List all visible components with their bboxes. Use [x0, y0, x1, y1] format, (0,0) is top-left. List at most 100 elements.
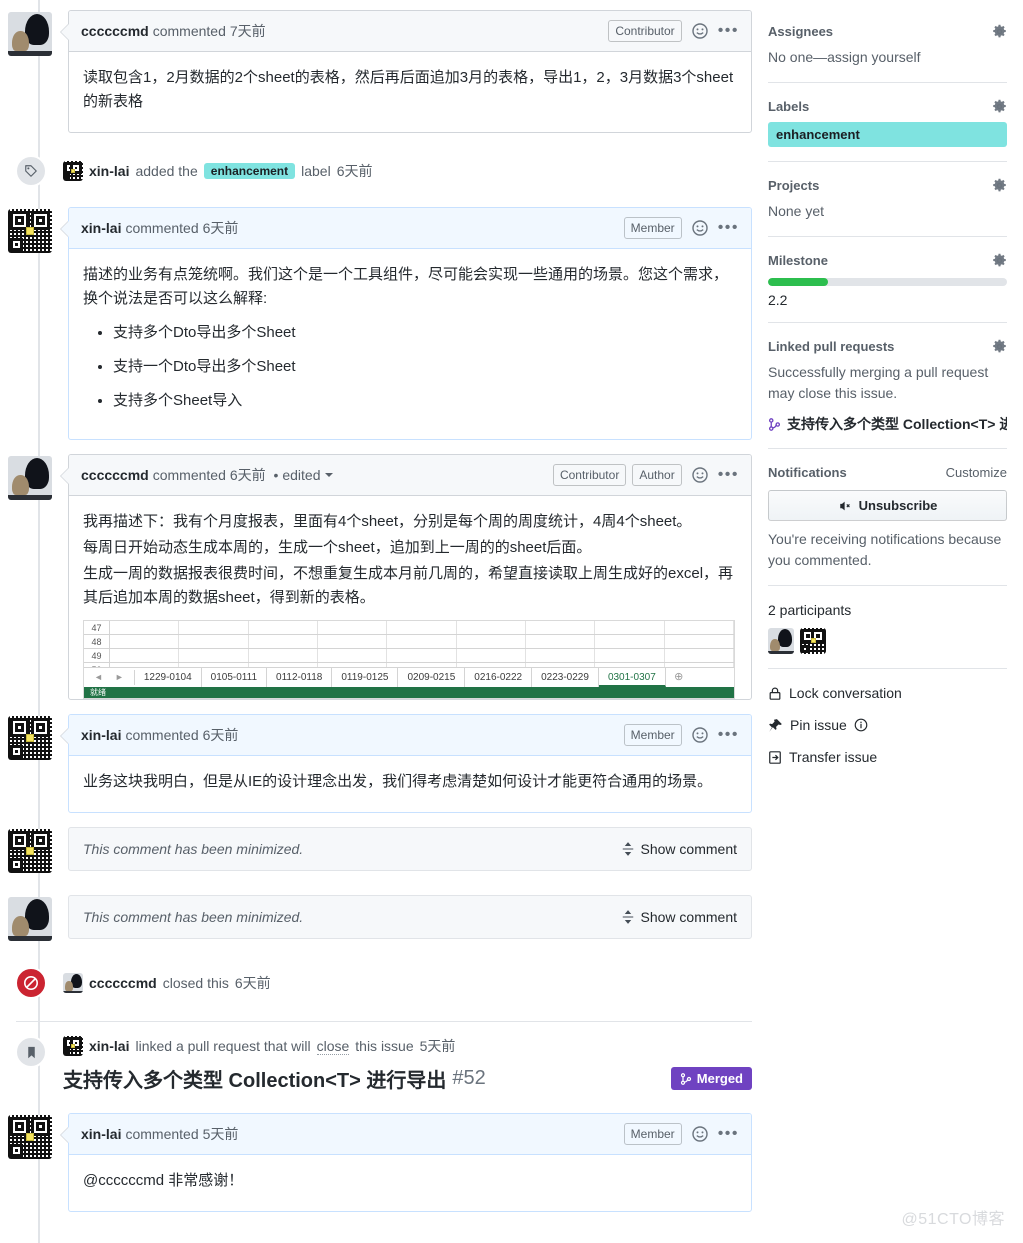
excel-sheet-tab[interactable]: 0112-0118 [267, 668, 333, 687]
excel-sheet-tab[interactable]: 0105-0111 [202, 668, 268, 687]
comment-menu-icon[interactable]: ••• [718, 220, 739, 236]
role-badge: Contributor [552, 464, 627, 486]
chevron-down-icon[interactable] [324, 473, 333, 477]
excel-sheet-tab-active[interactable]: 0301-0307 [598, 668, 666, 687]
role-badge: Member [623, 217, 682, 239]
label-chip[interactable]: enhancement [203, 163, 296, 179]
event-timestamp[interactable]: 6天前 [235, 973, 271, 993]
add-reaction-icon[interactable] [691, 727, 708, 743]
gear-icon[interactable] [992, 178, 1007, 193]
add-reaction-icon[interactable] [691, 1126, 708, 1142]
comment-body: 我再描述下：我有个月度报表，里面有4个sheet，分别是每个周的周度统计，4周4… [69, 496, 751, 699]
add-reaction-icon[interactable] [691, 467, 708, 483]
role-badge: Member [623, 724, 682, 746]
gear-icon[interactable] [992, 24, 1007, 39]
avatar[interactable] [8, 716, 52, 760]
timeline-comment: xin-lai commented 5天前 Member ••• @cccccc… [8, 1113, 752, 1212]
add-reaction-icon[interactable] [691, 220, 708, 236]
avatar[interactable] [8, 456, 52, 500]
excel-sheet-tab[interactable]: 0119-0125 [332, 668, 399, 687]
excel-sheet-tab[interactable]: 0223-0229 [532, 668, 599, 687]
avatar[interactable] [63, 973, 83, 993]
comment-menu-icon[interactable]: ••• [718, 727, 739, 743]
event-timestamp[interactable]: 6天前 [337, 161, 373, 181]
linked-pr-title[interactable]: 支持传入多个类型 Collection<T> 进行导出 [63, 1064, 446, 1093]
event-actor[interactable]: xin-lai [89, 163, 129, 179]
comment-paragraph: 每周日开始动态生成本周的，生成一个sheet，追加到上一周的的sheet后面。 [83, 539, 592, 556]
comment-body: 读取包含1，2月数据的2个sheet的表格，然后再后面追加3月的表格，导出1，2… [69, 52, 751, 132]
milestone-value[interactable]: 2.2 [768, 292, 1007, 308]
excel-sheet-tab[interactable]: 1229-0104 [135, 668, 202, 687]
event-actor[interactable]: xin-lai [89, 1038, 129, 1054]
gear-icon[interactable] [992, 253, 1007, 268]
add-reaction-icon[interactable] [691, 23, 708, 39]
excel-tab-nav[interactable]: ◄ ► [84, 668, 134, 687]
comment-menu-icon[interactable]: ••• [718, 23, 739, 39]
comment-author[interactable]: ccccccmd [81, 23, 149, 39]
timeline-comment: ccccccmd commented 6天前 • edited Contribu… [8, 454, 752, 700]
comment-menu-icon[interactable]: ••• [718, 467, 739, 483]
show-comment-button[interactable]: Show comment [621, 909, 737, 925]
show-comment-button[interactable]: Show comment [621, 841, 737, 857]
comment-author[interactable]: xin-lai [81, 1126, 121, 1142]
avatar[interactable] [8, 12, 52, 56]
projects-value: None yet [768, 203, 825, 219]
excel-sheet-tab[interactable]: 0216-0222 [465, 668, 533, 687]
comment-timestamp[interactable]: 6天前 [203, 218, 239, 238]
linked-pr-item[interactable]: 支持传入多个类型 Collection<T> 进... [768, 414, 1007, 434]
show-comment-label: Show comment [640, 841, 737, 857]
event-suffix: label [301, 163, 331, 179]
event-actor[interactable]: ccccccmd [89, 975, 157, 991]
show-comment-label: Show comment [640, 909, 737, 925]
timeline-minimized-comment: This comment has been minimized. Show co… [8, 827, 752, 873]
comment-header: xin-lai commented 6天前 Member ••• [69, 715, 751, 756]
comment-timestamp[interactable]: 5天前 [203, 1124, 239, 1144]
comment-menu-icon[interactable]: ••• [718, 1126, 739, 1142]
comment-timestamp[interactable]: 6天前 [230, 465, 266, 485]
avatar[interactable] [800, 628, 826, 654]
avatar[interactable] [768, 628, 794, 654]
avatar[interactable] [8, 829, 52, 873]
pin-issue-button[interactable]: Pin issue [768, 717, 1007, 733]
avatar[interactable] [8, 1115, 52, 1159]
avatar[interactable] [63, 1036, 83, 1056]
comment-action: commented [125, 727, 199, 743]
unsubscribe-button[interactable]: Unsubscribe [768, 490, 1007, 521]
comment-box: ccccccmd commented 6天前 • edited Contribu… [68, 454, 752, 700]
transfer-issue-button[interactable]: Transfer issue [768, 749, 1007, 765]
prev-sheet-icon[interactable]: ◄ [94, 670, 103, 684]
add-sheet-icon[interactable]: ⊕ [666, 668, 692, 687]
close-keyword[interactable]: close [316, 1038, 350, 1055]
avatar[interactable] [63, 161, 83, 181]
linked-pr-number[interactable]: #52 [452, 1067, 485, 1090]
minimized-comment-box: This comment has been minimized. Show co… [68, 827, 752, 871]
next-sheet-icon[interactable]: ► [115, 670, 124, 684]
comment-timestamp[interactable]: 6天前 [203, 725, 239, 745]
comment-author[interactable]: xin-lai [81, 220, 121, 236]
linked-pr-description: Successfully merging a pull request may … [768, 364, 989, 401]
gear-icon[interactable] [992, 339, 1007, 354]
customize-notifications-link[interactable]: Customize [946, 465, 1007, 480]
comment-author[interactable]: ccccccmd [81, 467, 149, 483]
bookmark-icon [15, 1036, 47, 1068]
event-timestamp[interactable]: 5天前 [420, 1036, 456, 1056]
lock-icon [768, 686, 782, 701]
comment-timestamp[interactable]: 7天前 [230, 21, 266, 41]
avatar[interactable] [8, 897, 52, 941]
excel-sheet-tab[interactable]: 0209-0215 [398, 668, 466, 687]
avatar[interactable] [8, 209, 52, 253]
edited-dropdown[interactable]: edited [282, 467, 320, 483]
assignees-value[interactable]: No one—assign yourself [768, 47, 1007, 68]
info-icon[interactable] [854, 718, 868, 732]
label-enhancement[interactable]: enhancement [768, 122, 1007, 147]
sidebar-notifications: Notifications Customize Unsubscribe You'… [768, 463, 1007, 571]
gear-icon[interactable] [992, 99, 1007, 114]
merged-label: Merged [696, 1071, 743, 1086]
comment-action: commented [125, 1126, 199, 1142]
comment-author[interactable]: xin-lai [81, 727, 121, 743]
timeline-label-event: xin-lai added the enhancement label 6天前 [8, 149, 752, 193]
transfer-icon [768, 750, 782, 765]
excel-grid: 47 48 49 50 [84, 621, 734, 667]
lock-conversation-button[interactable]: Lock conversation [768, 685, 1007, 701]
divider [768, 236, 1007, 237]
